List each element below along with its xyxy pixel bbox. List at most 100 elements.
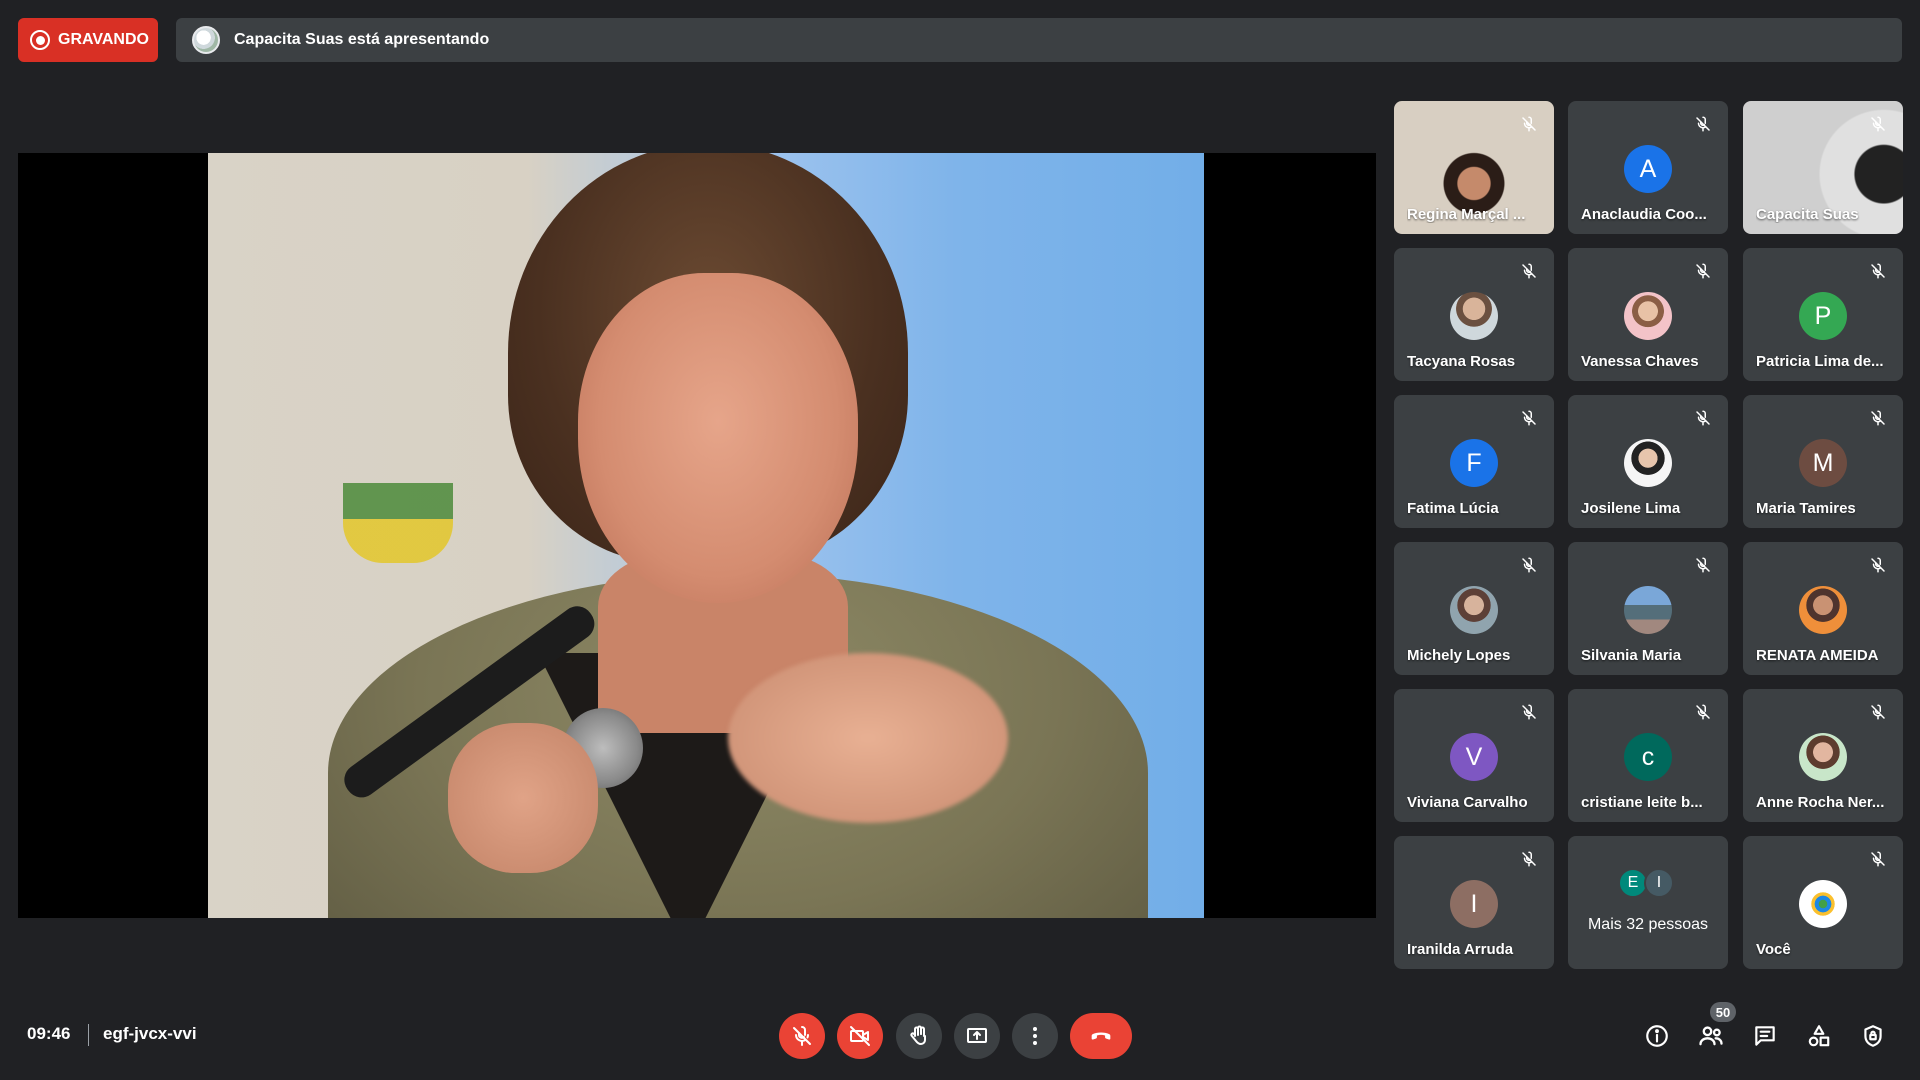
recording-label: GRAVANDO bbox=[58, 31, 149, 48]
participant-name: Tacyana Rosas bbox=[1407, 353, 1516, 370]
more-participants-avatars: EI bbox=[1618, 868, 1674, 898]
mic-off-icon bbox=[793, 1026, 811, 1046]
raise-hand-icon bbox=[910, 1025, 926, 1045]
participant-name: Anne Rocha Ner... bbox=[1756, 794, 1885, 811]
participants-button[interactable] bbox=[1695, 1020, 1727, 1052]
avatar-photo bbox=[1799, 586, 1847, 634]
participant-name: Viviana Carvalho bbox=[1407, 794, 1528, 811]
background-flag bbox=[343, 483, 453, 563]
activities-icon bbox=[1808, 1025, 1830, 1047]
record-icon bbox=[30, 30, 50, 50]
participant-name: RENATA AMEIDA bbox=[1756, 647, 1879, 664]
participant-name: cristiane leite b... bbox=[1581, 794, 1703, 811]
presenter-avatar bbox=[192, 26, 220, 54]
participant-tile[interactable]: c cristiane leite b... bbox=[1568, 689, 1728, 822]
more-participants-label: Mais 32 pessoas bbox=[1587, 916, 1709, 933]
mic-muted-icon bbox=[1869, 703, 1887, 721]
participant-tile[interactable]: I Iranilda Arruda bbox=[1394, 836, 1554, 969]
participant-name: Josilene Lima bbox=[1581, 500, 1681, 517]
more-vert-icon bbox=[1033, 1027, 1037, 1045]
hang-up-icon bbox=[1091, 1032, 1111, 1040]
avatar: M bbox=[1799, 439, 1847, 487]
presenting-text: Capacita Suas está apresentando bbox=[234, 31, 490, 48]
mic-muted-icon bbox=[1694, 262, 1712, 280]
participant-name: Silvania Maria bbox=[1581, 647, 1682, 664]
leave-call-button[interactable] bbox=[1070, 1013, 1132, 1059]
mic-muted-icon bbox=[1694, 409, 1712, 427]
mic-muted-icon bbox=[1694, 703, 1712, 721]
chat-icon bbox=[1755, 1026, 1775, 1046]
participant-tile[interactable]: Anne Rocha Ner... bbox=[1743, 689, 1903, 822]
avatar-photo bbox=[1799, 880, 1847, 928]
mic-off-button[interactable] bbox=[779, 1013, 825, 1059]
presenting-banner: Capacita Suas está apresentando bbox=[176, 18, 1902, 62]
participant-name: Anaclaudia Coo... bbox=[1581, 206, 1707, 223]
avatar-photo bbox=[1799, 733, 1847, 781]
mic-muted-icon bbox=[1869, 262, 1887, 280]
mic-muted-icon bbox=[1520, 556, 1538, 574]
participant-name: Iranilda Arruda bbox=[1407, 941, 1514, 958]
mic-muted-icon bbox=[1520, 262, 1538, 280]
participant-tile[interactable]: V Viviana Carvalho bbox=[1394, 689, 1554, 822]
participant-tile[interactable]: A Anaclaudia Coo... bbox=[1568, 101, 1728, 234]
avatar-photo bbox=[1624, 439, 1672, 487]
avatar: F bbox=[1450, 439, 1498, 487]
mini-avatar: I bbox=[1644, 868, 1674, 898]
camera-off-icon bbox=[850, 1026, 870, 1046]
participant-count-badge: 50 bbox=[1710, 1002, 1736, 1022]
speaker-face bbox=[578, 273, 858, 603]
mic-muted-icon bbox=[1869, 115, 1887, 133]
participant-name: Capacita Suas bbox=[1756, 206, 1859, 223]
participant-name: Maria Tamires bbox=[1756, 500, 1856, 517]
participant-tile[interactable]: F Fatima Lúcia bbox=[1394, 395, 1554, 528]
meeting-code: egf-jvcx-vvi bbox=[103, 1024, 197, 1043]
participant-name: Vanessa Chaves bbox=[1581, 353, 1699, 370]
more-options-button[interactable] bbox=[1012, 1013, 1058, 1059]
mic-muted-icon bbox=[1694, 115, 1712, 133]
mic-muted-icon bbox=[1520, 850, 1538, 868]
mic-muted-icon bbox=[1869, 556, 1887, 574]
avatar: c bbox=[1624, 733, 1672, 781]
participant-tile[interactable]: Tacyana Rosas bbox=[1394, 248, 1554, 381]
avatar: A bbox=[1624, 145, 1672, 193]
participant-name: Regina Marçal ... bbox=[1407, 206, 1526, 223]
chat-button[interactable] bbox=[1749, 1020, 1781, 1052]
participant-tile[interactable]: Silvania Maria bbox=[1568, 542, 1728, 675]
participant-tile[interactable]: RENATA AMEIDA bbox=[1743, 542, 1903, 675]
avatar-photo bbox=[1624, 586, 1672, 634]
host-controls-button[interactable] bbox=[1857, 1020, 1889, 1052]
participant-name: Patricia Lima de... bbox=[1756, 353, 1884, 370]
avatar-photo bbox=[1450, 292, 1498, 340]
mic-muted-icon bbox=[1520, 703, 1538, 721]
participant-name: Você bbox=[1756, 941, 1791, 958]
participant-tile[interactable]: Josilene Lima bbox=[1568, 395, 1728, 528]
speaker-hand-holding-mic bbox=[448, 723, 598, 873]
mic-muted-icon bbox=[1869, 409, 1887, 427]
meeting-details-button[interactable] bbox=[1641, 1020, 1673, 1052]
host-controls-icon bbox=[1864, 1025, 1882, 1047]
camera-off-button[interactable] bbox=[837, 1013, 883, 1059]
participant-tile[interactable]: Michely Lopes bbox=[1394, 542, 1554, 675]
avatar: V bbox=[1450, 733, 1498, 781]
people-icon bbox=[1699, 1026, 1723, 1046]
mic-muted-icon bbox=[1520, 409, 1538, 427]
participant-name: Fatima Lúcia bbox=[1407, 500, 1499, 517]
participant-tile[interactable]: M Maria Tamires bbox=[1743, 395, 1903, 528]
participant-tile[interactable]: Capacita Suas bbox=[1743, 101, 1903, 234]
raise-hand-button[interactable] bbox=[896, 1013, 942, 1059]
avatar-photo bbox=[1624, 292, 1672, 340]
footer-divider bbox=[88, 1024, 89, 1046]
participant-name: Michely Lopes bbox=[1407, 647, 1511, 664]
participant-tile[interactable]: Regina Marçal ... bbox=[1394, 101, 1554, 234]
present-button[interactable] bbox=[954, 1013, 1000, 1059]
main-stage[interactable] bbox=[18, 153, 1376, 918]
present-screen-icon bbox=[967, 1028, 987, 1043]
participant-tile[interactable]: P Patricia Lima de... bbox=[1743, 248, 1903, 381]
participant-tile[interactable]: Você bbox=[1743, 836, 1903, 969]
presentation-video bbox=[208, 153, 1204, 918]
participant-tile[interactable]: Vanessa Chaves bbox=[1568, 248, 1728, 381]
more-participants-tile[interactable]: E I Mais 32 pessoas bbox=[1568, 836, 1728, 969]
mic-muted-icon bbox=[1520, 115, 1538, 133]
info-icon bbox=[1646, 1025, 1668, 1047]
activities-button[interactable] bbox=[1803, 1020, 1835, 1052]
